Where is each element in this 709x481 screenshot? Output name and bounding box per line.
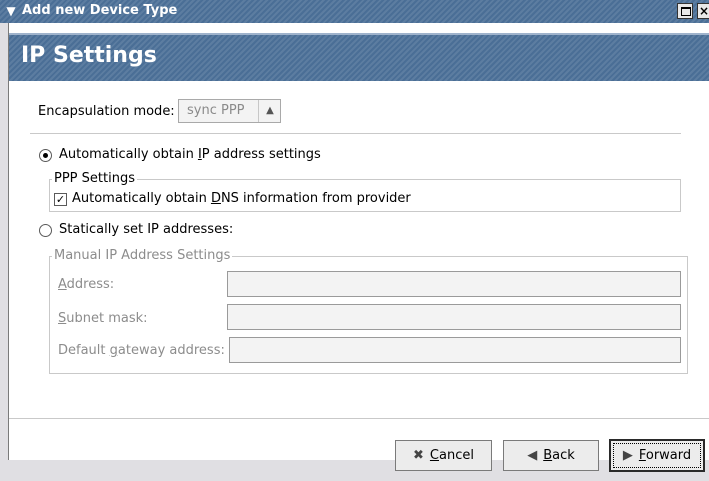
forward-arrow-icon: ▶ bbox=[622, 448, 633, 463]
cancel-label: Cancel bbox=[429, 448, 474, 463]
static-ip-label[interactable]: Statically set IP addresses: bbox=[59, 222, 233, 237]
window-title: Add new Device Type bbox=[22, 3, 178, 18]
auto-ip-label[interactable]: Automatically obtain IP address settings bbox=[59, 147, 321, 162]
cancel-icon: ✖ bbox=[413, 448, 424, 463]
encapsulation-mode-select[interactable]: sync PPP ▲ bbox=[178, 99, 281, 123]
forward-button[interactable]: ▶ Forward bbox=[609, 439, 705, 472]
close-icon[interactable]: × bbox=[697, 3, 709, 19]
encapsulation-label: Encapsulation mode: bbox=[38, 104, 175, 119]
address-label: Address: bbox=[58, 277, 115, 292]
subnet-mask-label: Subnet mask: bbox=[58, 311, 148, 326]
dns-label[interactable]: Automatically obtain DNS information fro… bbox=[72, 191, 411, 206]
bottom-separator bbox=[9, 418, 709, 419]
address-field[interactable] bbox=[227, 271, 681, 297]
static-ip-radio[interactable] bbox=[39, 224, 52, 237]
window-menu-icon[interactable]: ▼ bbox=[4, 4, 18, 18]
cancel-button[interactable]: ✖ Cancel bbox=[395, 440, 492, 471]
manual-ip-legend: Manual IP Address Settings bbox=[52, 248, 233, 263]
auto-ip-radio[interactable] bbox=[39, 149, 52, 162]
forward-label: Forward bbox=[638, 448, 692, 463]
subnet-mask-field[interactable] bbox=[227, 304, 681, 330]
back-arrow-icon: ◀ bbox=[527, 448, 538, 463]
page-title: IP Settings bbox=[21, 43, 157, 68]
gateway-label: Default gateway address: bbox=[58, 343, 225, 358]
separator bbox=[30, 133, 681, 134]
maximize-icon[interactable] bbox=[677, 3, 693, 19]
combo-arrow-icon[interactable]: ▲ bbox=[258, 100, 281, 122]
page-banner: IP Settings bbox=[9, 33, 709, 81]
dns-checkbox[interactable]: ✓ bbox=[54, 193, 67, 206]
dialog-content bbox=[8, 23, 709, 460]
encapsulation-mode-value: sync PPP bbox=[187, 103, 245, 118]
back-button[interactable]: ◀ Back bbox=[503, 440, 599, 471]
ppp-settings-legend: PPP Settings bbox=[52, 171, 137, 186]
gateway-field[interactable] bbox=[229, 337, 681, 363]
window-titlebar[interactable]: ▼ Add new Device Type × bbox=[0, 0, 709, 23]
back-label: Back bbox=[543, 448, 575, 463]
